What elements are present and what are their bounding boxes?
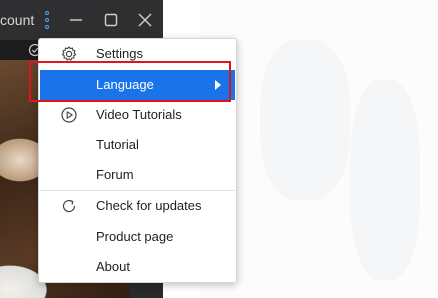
screen: count Settings Language Video Tutorials … (0, 0, 438, 298)
minimize-button[interactable] (67, 11, 85, 29)
menu-item-forum[interactable]: Forum (40, 160, 235, 190)
play-circle-icon (60, 106, 78, 124)
menu-item-label: Settings (96, 46, 143, 61)
menu-item-label: About (96, 259, 130, 274)
close-button[interactable] (136, 11, 154, 29)
more-menu-icon[interactable] (44, 11, 50, 31)
menu-item-video-tutorials[interactable]: Video Tutorials (40, 100, 235, 130)
menu-item-product-page[interactable]: Product page (40, 222, 235, 252)
menu-item-label: Forum (96, 167, 134, 182)
menu-item-label: Check for updates (96, 198, 202, 213)
menu-item-check-for-updates[interactable]: Check for updates (40, 191, 235, 221)
menu-item-label: Tutorial (96, 137, 139, 152)
title-bar: count (0, 0, 163, 40)
maximize-button[interactable] (102, 11, 120, 29)
refresh-icon (60, 197, 78, 215)
menu-item-tutorial[interactable]: Tutorial (40, 130, 235, 160)
window-title: count (0, 12, 35, 28)
menu-item-about[interactable]: About (40, 252, 235, 282)
highlight-annotation (29, 61, 231, 102)
menu-item-label: Video Tutorials (96, 107, 182, 122)
menu-item-label: Product page (96, 229, 174, 244)
